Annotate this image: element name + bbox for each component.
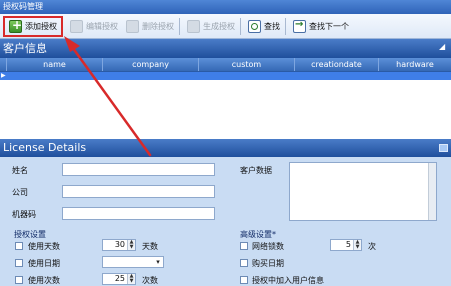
find-icon <box>248 19 261 33</box>
add-user-info-checkbox[interactable] <box>240 276 248 284</box>
days-spinner[interactable]: 30 ▲ ▼ <box>102 239 136 251</box>
highlight-box <box>3 16 63 37</box>
company-field[interactable] <box>62 185 215 198</box>
generate-license-label: 生成授权 <box>203 21 235 31</box>
network-lock-label: 网络锁数 <box>252 242 284 251</box>
network-lock-value: 5 <box>345 240 351 249</box>
spinner-arrows-icon[interactable]: ▲ ▼ <box>127 240 135 250</box>
customer-data-label: 客户数据 <box>240 166 272 175</box>
column-company[interactable]: company <box>102 58 198 71</box>
use-date-checkbox[interactable] <box>15 259 23 267</box>
find-next-icon <box>293 19 306 33</box>
machine-code-label: 机器码 <box>12 210 36 219</box>
auth-settings-title: 授权设置 <box>14 230 46 239</box>
find-label: 查找 <box>264 21 280 31</box>
count-unit-label: 次数 <box>142 276 158 285</box>
chevron-down-icon[interactable]: ▾ <box>153 257 163 267</box>
use-count-label: 使用次数 <box>28 276 60 285</box>
column-creationdate[interactable]: creationdate <box>294 58 378 71</box>
edit-license-button[interactable]: 编辑授权 <box>67 17 121 36</box>
network-unit-label: 次 <box>368 242 376 251</box>
window-title: 授权码管理 <box>0 0 451 14</box>
delete-license-label: 删除授权 <box>142 21 174 31</box>
advanced-settings-title: 高级设置* <box>240 230 276 239</box>
use-days-label: 使用天数 <box>28 242 60 251</box>
days-value: 30 <box>114 240 125 249</box>
customer-info-header: 客户信息 ◢ <box>0 39 451 58</box>
column-custom[interactable]: custom <box>198 58 294 71</box>
company-label: 公司 <box>12 188 28 197</box>
find-next-label: 查找下一个 <box>309 21 349 31</box>
license-details-title: License Details <box>3 141 87 154</box>
delete-icon <box>126 19 139 33</box>
use-days-checkbox[interactable] <box>15 242 23 250</box>
find-next-button[interactable]: 查找下一个 <box>290 17 352 36</box>
toolbar: 添加授权 编辑授权 删除授权 生成授权 查找 查找下一个 <box>0 14 451 39</box>
customer-grid-body <box>0 80 451 139</box>
use-count-checkbox[interactable] <box>15 276 23 284</box>
column-hardware[interactable]: hardware <box>378 58 451 71</box>
column-name[interactable]: name <box>6 58 102 71</box>
delete-license-button[interactable]: 删除授权 <box>123 17 177 36</box>
network-lock-spinner[interactable]: 5 ▲ ▼ <box>330 239 362 251</box>
customer-data-field[interactable] <box>289 162 437 221</box>
toolbar-separator <box>179 17 180 35</box>
count-spinner[interactable]: 25 ▲ ▼ <box>102 273 136 285</box>
generate-icon <box>187 19 200 33</box>
pin-icon[interactable]: ◢ <box>439 43 447 51</box>
purchase-date-label: 购买日期 <box>252 259 284 268</box>
customer-info-title: 客户信息 <box>3 42 47 55</box>
edit-icon <box>70 19 83 33</box>
table-row[interactable]: ▶ <box>0 72 451 80</box>
date-picker[interactable]: ▾ <box>102 256 164 268</box>
generate-license-button[interactable]: 生成授权 <box>184 17 238 36</box>
customer-grid-header: name company custom creationdate hardwar… <box>0 58 451 72</box>
machine-code-field[interactable] <box>62 207 215 220</box>
scrollbar[interactable] <box>428 163 436 220</box>
count-value: 25 <box>114 274 125 283</box>
toolbar-separator <box>285 17 286 35</box>
days-unit-label: 天数 <box>142 242 158 251</box>
spinner-arrows-icon[interactable]: ▲ ▼ <box>127 274 135 284</box>
toolbar-separator <box>240 17 241 35</box>
collapse-icon[interactable] <box>439 144 448 152</box>
use-date-label: 使用日期 <box>28 259 60 268</box>
license-details-header: License Details <box>0 139 451 157</box>
add-user-info-label: 授权中加入用户信息 <box>252 276 324 285</box>
name-label: 姓名 <box>12 166 28 175</box>
edit-license-label: 编辑授权 <box>86 21 118 31</box>
find-button[interactable]: 查找 <box>245 17 283 36</box>
purchase-date-checkbox[interactable] <box>240 259 248 267</box>
license-details-panel: 姓名 公司 机器码 客户数据 授权设置 使用天数 30 ▲ ▼ 天数 使用日期 ▾… <box>0 157 451 286</box>
name-field[interactable] <box>62 163 215 176</box>
row-pointer-icon: ▶ <box>1 72 6 79</box>
network-lock-checkbox[interactable] <box>240 242 248 250</box>
spinner-arrows-icon[interactable]: ▲ ▼ <box>353 240 361 250</box>
